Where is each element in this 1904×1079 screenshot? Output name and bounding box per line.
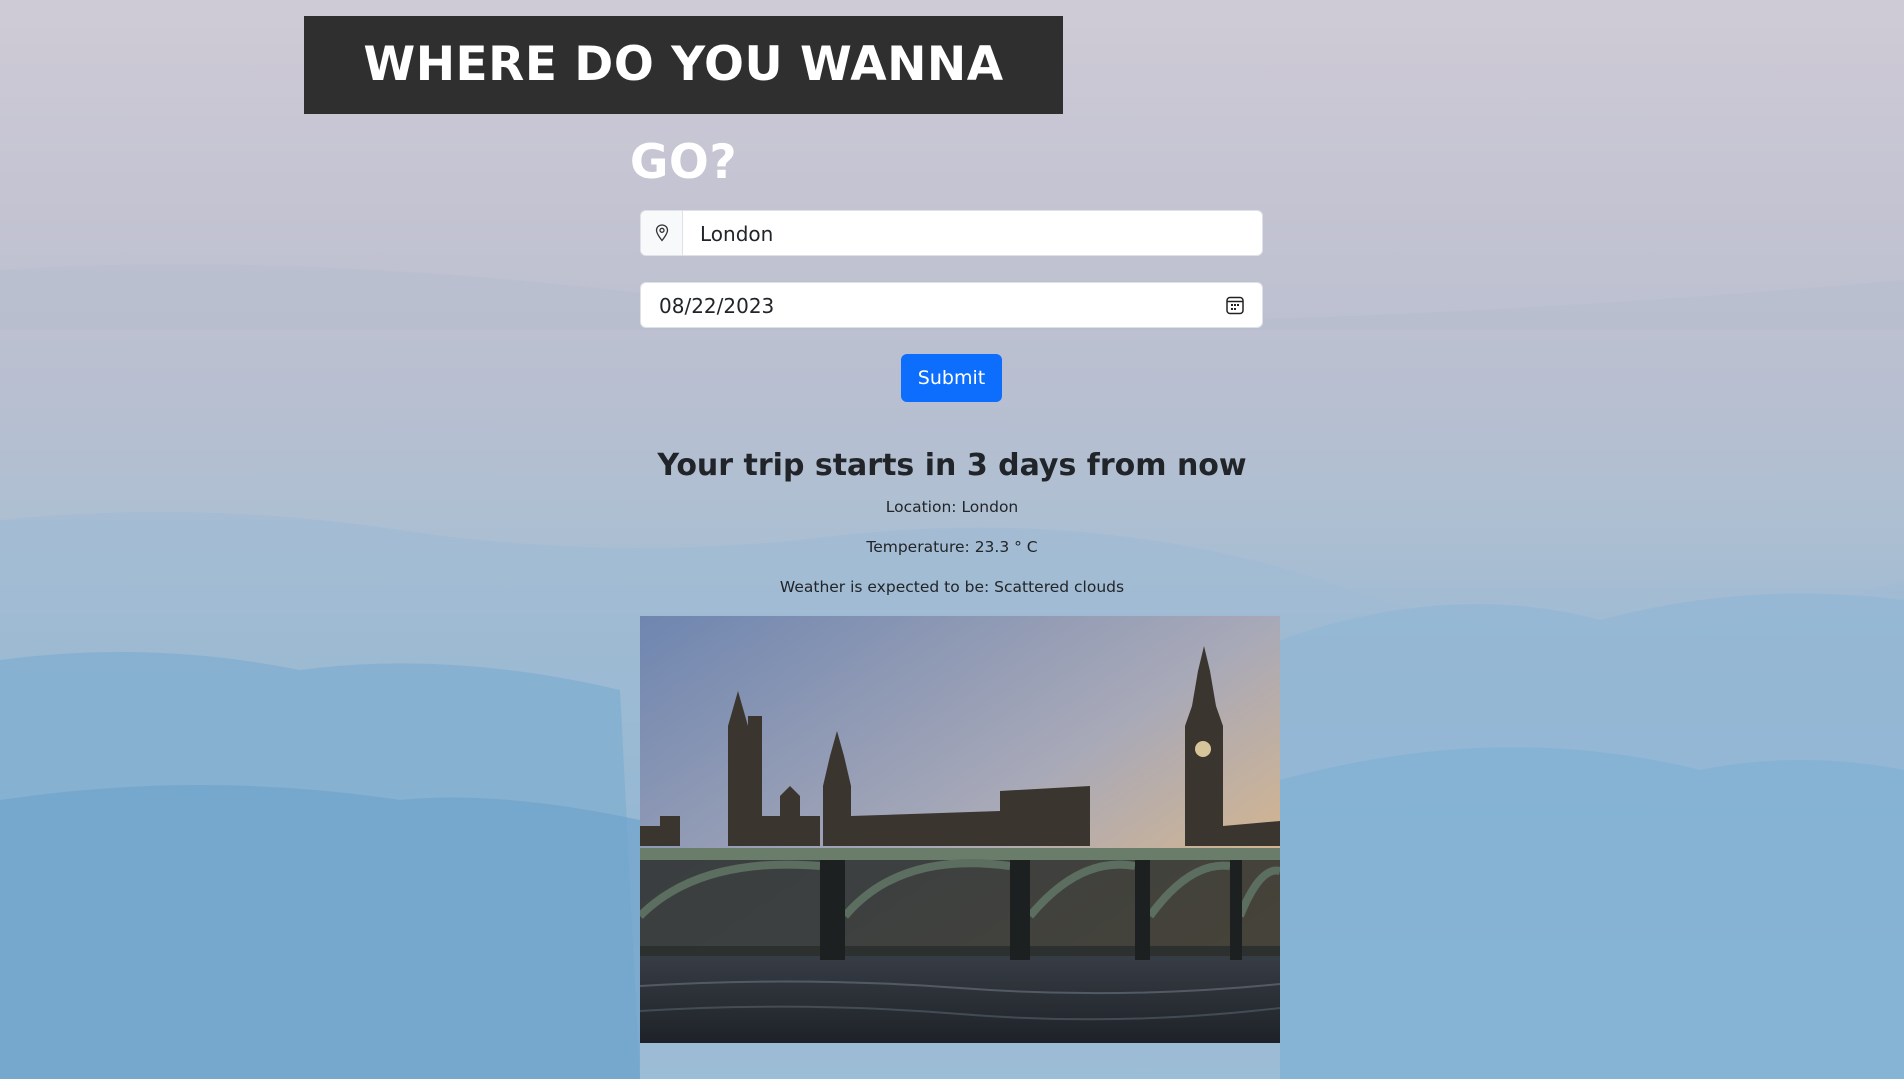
calendar-icon[interactable] — [1226, 296, 1244, 319]
temperature-text: Temperature: 23.3 ° C — [866, 538, 1038, 556]
trip-countdown-heading: Your trip starts in 3 days from now — [657, 448, 1247, 483]
weather-text: Weather is expected to be: Scattered clo… — [779, 578, 1125, 596]
location-text: Location: London — [885, 498, 1019, 516]
date-input[interactable] — [657, 283, 1201, 329]
date-field[interactable] — [640, 282, 1263, 329]
destination-photo — [640, 616, 1280, 1043]
location-input[interactable] — [698, 211, 1252, 257]
submit-button[interactable]: Submit — [901, 354, 1002, 402]
page-title: WHERE DO YOU WANNA GO? — [304, 16, 1063, 190]
map-pin-icon — [641, 211, 683, 255]
location-field[interactable] — [640, 210, 1263, 257]
